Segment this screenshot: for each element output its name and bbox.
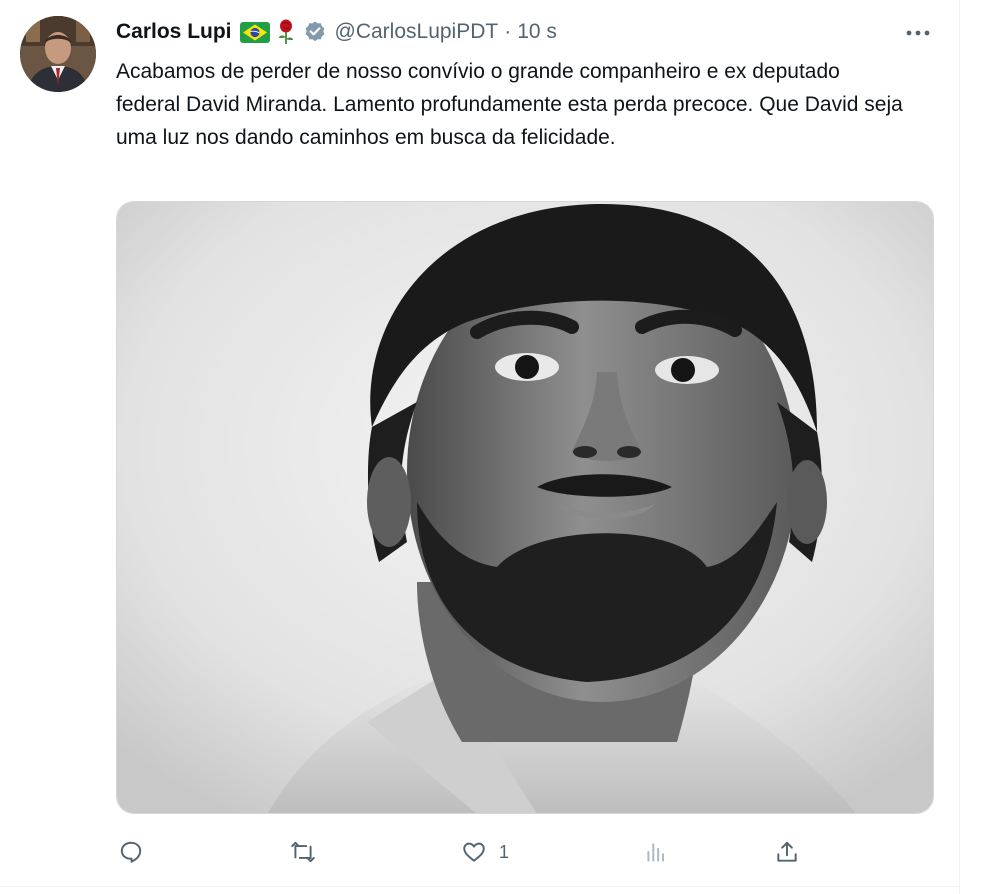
tweet-divider: [0, 886, 959, 887]
tweet-timestamp[interactable]: 10 s: [517, 20, 557, 44]
retweet-button[interactable]: [290, 835, 328, 869]
reply-button[interactable]: [118, 835, 156, 869]
tweet-action-bar: 1: [0, 835, 959, 869]
separator-dot: ·: [504, 20, 512, 43]
more-options-icon: [906, 30, 930, 36]
tweet-header: Carlos Lupi @CarlosLupiPDT · 10 s: [116, 16, 557, 48]
share-button[interactable]: [774, 835, 800, 869]
views-button[interactable]: [643, 835, 681, 869]
avatar[interactable]: [20, 16, 96, 92]
author-name[interactable]: Carlos Lupi: [116, 20, 232, 44]
like-button[interactable]: 1: [461, 835, 509, 869]
share-icon: [777, 841, 797, 862]
avatar-image: [20, 16, 96, 92]
portrait-photo: [117, 202, 933, 813]
column-divider: [959, 0, 960, 894]
rose-icon: [275, 19, 297, 45]
like-count: 1: [499, 841, 510, 862]
tweet-photo[interactable]: [116, 201, 934, 814]
views-chart-icon: [647, 843, 665, 862]
reply-icon: [120, 841, 142, 863]
heart-icon: [463, 842, 485, 862]
tweet-text: Acabamos de perder de nosso convívio o g…: [116, 60, 903, 149]
retweet-icon: [291, 841, 315, 863]
author-handle[interactable]: @CarlosLupiPDT: [335, 20, 499, 44]
more-options-button[interactable]: [900, 18, 936, 48]
brazil-flag-icon: [239, 21, 270, 43]
verified-badge-icon[interactable]: [303, 20, 327, 44]
